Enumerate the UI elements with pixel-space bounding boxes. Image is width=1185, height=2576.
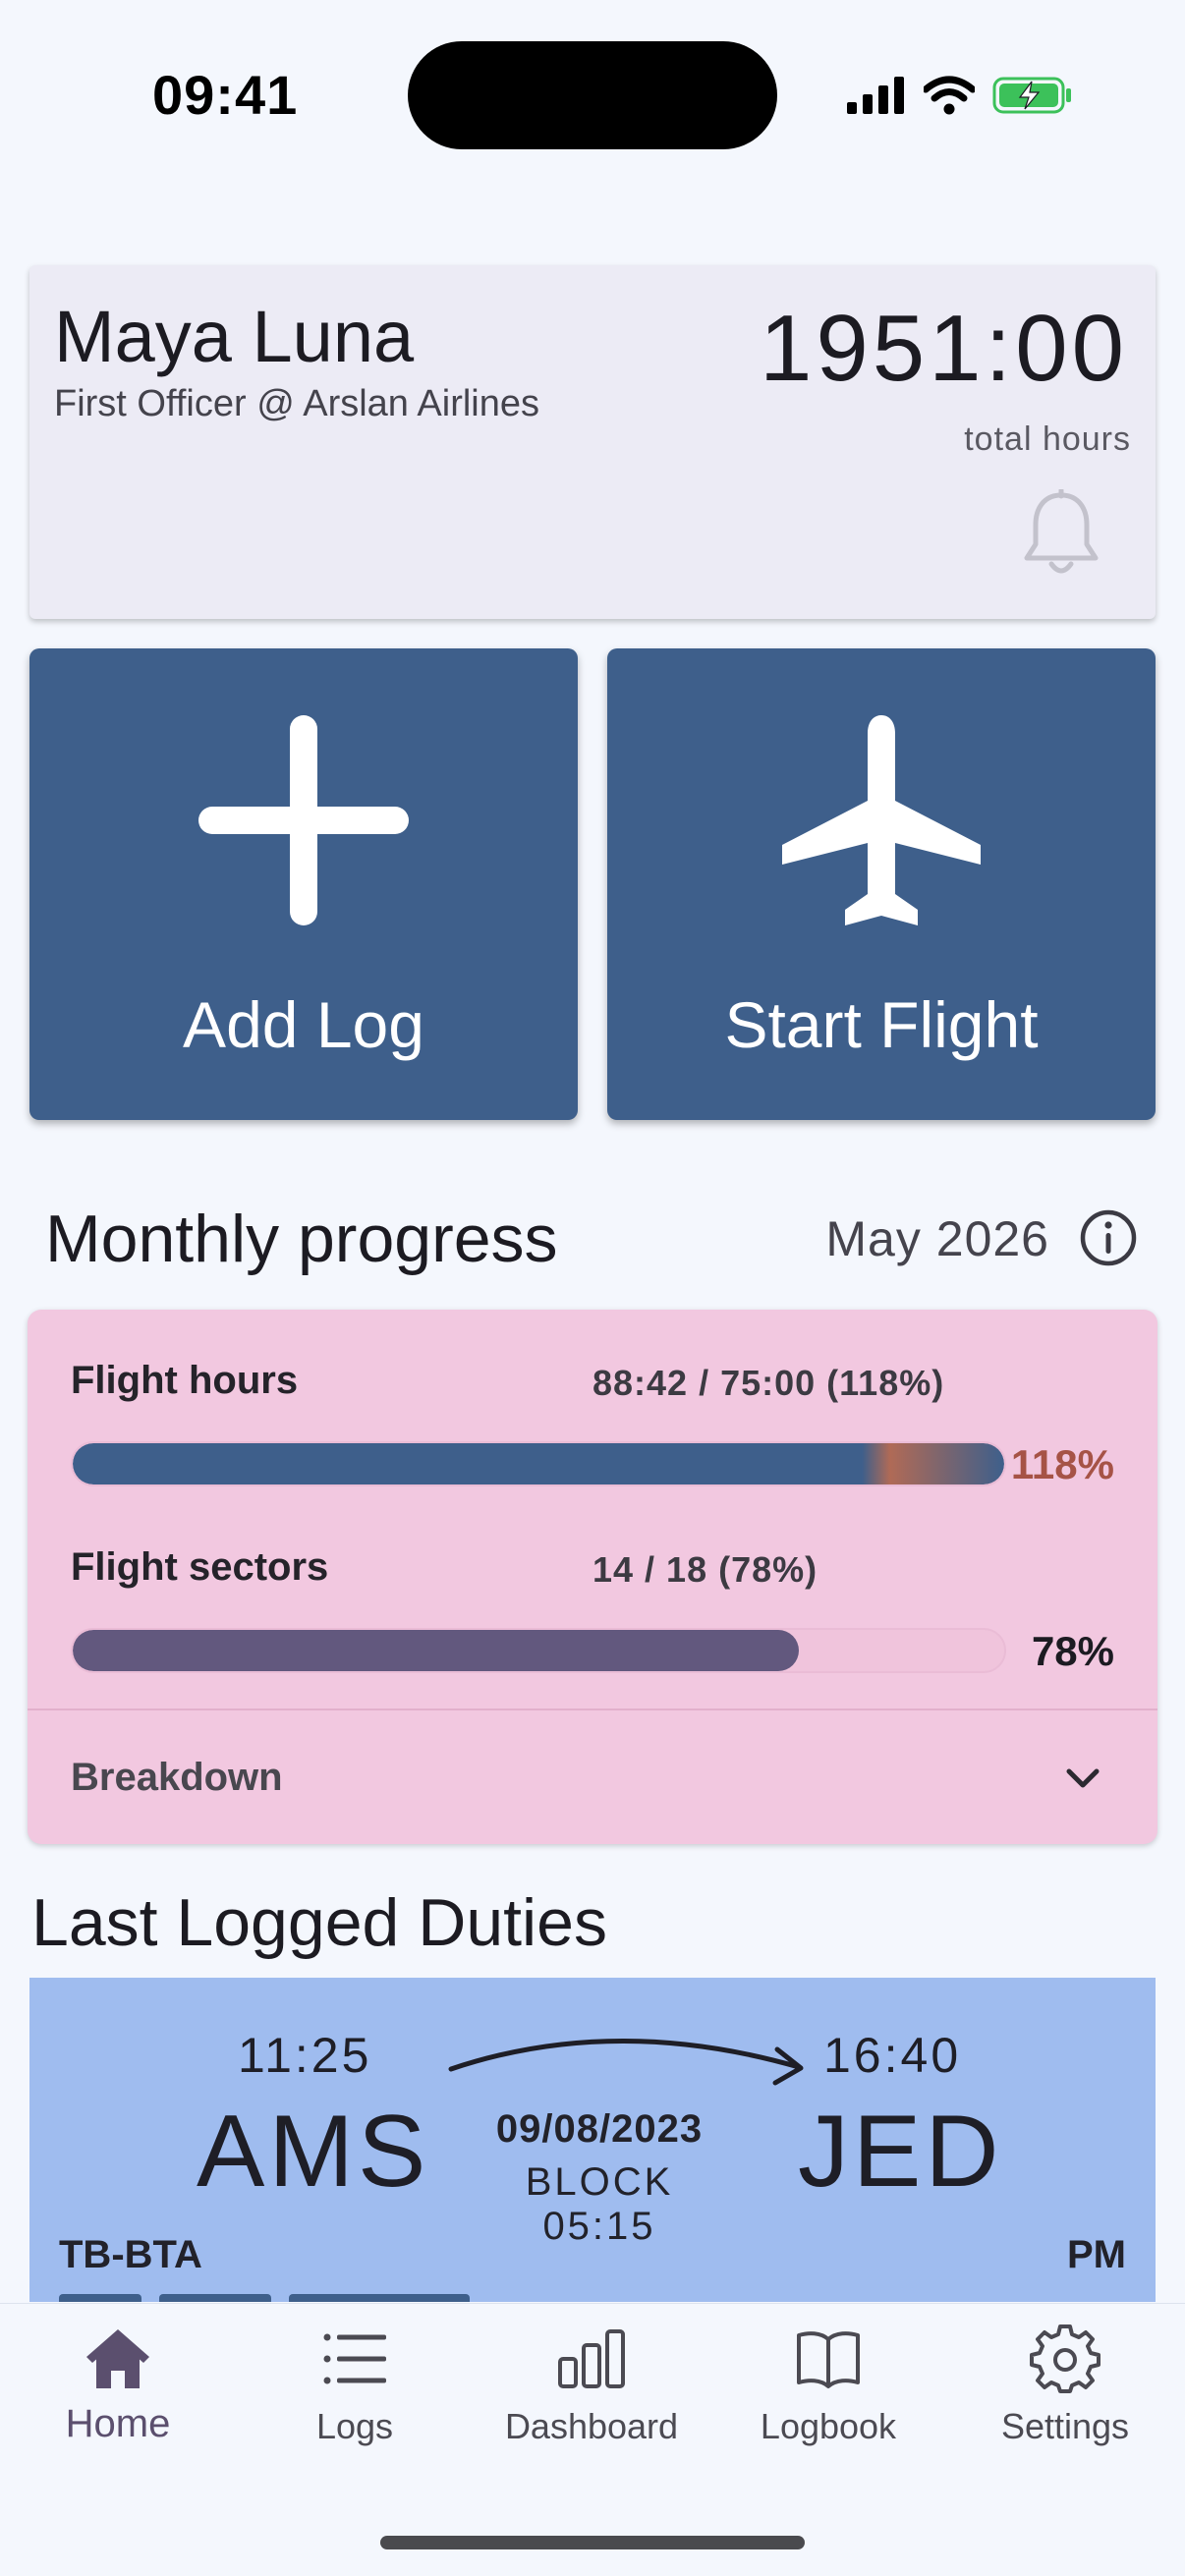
start-flight-label: Start Flight bbox=[724, 988, 1039, 1061]
breakdown-label: Breakdown bbox=[71, 1756, 283, 1799]
monthly-progress-title: Monthly progress bbox=[45, 1202, 558, 1276]
airplane-icon bbox=[782, 715, 981, 925]
gear-icon bbox=[1030, 2324, 1100, 2393]
duty-date: 09/08/2023 bbox=[495, 2107, 704, 2151]
total-hours-label: total hours bbox=[964, 420, 1131, 458]
book-icon bbox=[797, 2331, 860, 2388]
plus-icon bbox=[198, 715, 409, 925]
duty-tag bbox=[59, 2294, 141, 2302]
nav-settings[interactable]: Settings bbox=[947, 2324, 1183, 2471]
breakdown-toggle[interactable]: Breakdown bbox=[28, 1710, 1157, 1844]
departure-airport: AMS bbox=[197, 2095, 430, 2209]
bar-chart-icon bbox=[558, 2329, 625, 2388]
last-duties-title: Last Logged Duties bbox=[31, 1885, 607, 1960]
duty-period: PM bbox=[1067, 2233, 1126, 2276]
total-hours-value: 1951:00 bbox=[759, 296, 1128, 401]
route-arrow-icon bbox=[448, 2039, 804, 2086]
duty-tag bbox=[289, 2294, 470, 2302]
status-time: 09:41 bbox=[152, 64, 299, 126]
arrival-airport: JED bbox=[798, 2095, 1003, 2209]
info-icon[interactable] bbox=[1079, 1208, 1138, 1267]
arrival-time: 16:40 bbox=[823, 2028, 962, 2083]
duty-tags bbox=[59, 2294, 470, 2302]
nav-logbook-label: Logbook bbox=[760, 2406, 897, 2446]
nav-dashboard[interactable]: Dashboard bbox=[474, 2324, 709, 2471]
month-selector[interactable]: May 2026 bbox=[825, 1210, 1049, 1267]
duty-tag bbox=[159, 2294, 271, 2302]
status-icons bbox=[847, 71, 1073, 120]
flight-sectors-value: 14 / 18 (78%) bbox=[592, 1549, 818, 1590]
nav-dashboard-label: Dashboard bbox=[504, 2406, 679, 2446]
wifi-icon bbox=[924, 76, 975, 115]
profile-card: Maya Luna First Officer @ Arslan Airline… bbox=[29, 265, 1156, 619]
flight-hours-progress-bar bbox=[71, 1441, 1006, 1486]
aircraft-registration: TB-BTA bbox=[59, 2233, 202, 2276]
nav-home[interactable]: Home bbox=[0, 2324, 236, 2471]
bell-icon[interactable] bbox=[1021, 489, 1101, 578]
flight-hours-progress-fill bbox=[73, 1443, 1004, 1484]
flight-sectors-progress-fill bbox=[73, 1630, 800, 1671]
nav-logs-label: Logs bbox=[315, 2406, 394, 2446]
flight-sectors-progress-bar bbox=[71, 1628, 1006, 1673]
chevron-down-icon bbox=[1066, 1768, 1100, 1788]
nav-logs[interactable]: Logs bbox=[237, 2324, 473, 2471]
pilot-role: First Officer @ Arslan Airlines bbox=[54, 383, 539, 424]
block-time: BLOCK 05:15 bbox=[525, 2160, 674, 2248]
home-icon bbox=[86, 2329, 149, 2388]
departure-time: 11:25 bbox=[238, 2028, 372, 2083]
battery-charging-icon bbox=[992, 77, 1071, 114]
add-log-label: Add Log bbox=[183, 988, 424, 1061]
monthly-progress-card: Flight hours 88:42 / 75:00 (118%) 118% F… bbox=[28, 1310, 1157, 1844]
status-bar: 09:41 bbox=[0, 0, 1185, 187]
duty-card[interactable]: 11:25 16:40 AMS 09/08/2023 BLOCK 05:15 J… bbox=[29, 1978, 1156, 2302]
start-flight-button[interactable]: Start Flight bbox=[607, 648, 1156, 1120]
home-indicator bbox=[380, 2536, 805, 2549]
flight-hours-label: Flight hours bbox=[71, 1359, 299, 1402]
flight-hours-percent: 118% bbox=[1010, 1441, 1114, 1487]
add-log-button[interactable]: Add Log bbox=[29, 648, 578, 1120]
list-icon bbox=[323, 2333, 386, 2384]
flight-hours-value: 88:42 / 75:00 (118%) bbox=[592, 1363, 945, 1403]
dynamic-island bbox=[408, 41, 777, 149]
nav-settings-label: Settings bbox=[1000, 2406, 1130, 2446]
nav-logbook[interactable]: Logbook bbox=[710, 2324, 946, 2471]
pilot-name: Maya Luna bbox=[54, 296, 415, 377]
nav-home-label: Home bbox=[65, 2402, 171, 2445]
signal-icon bbox=[847, 77, 904, 114]
flight-sectors-label: Flight sectors bbox=[71, 1545, 329, 1589]
flight-sectors-percent: 78% bbox=[1031, 1628, 1114, 1674]
